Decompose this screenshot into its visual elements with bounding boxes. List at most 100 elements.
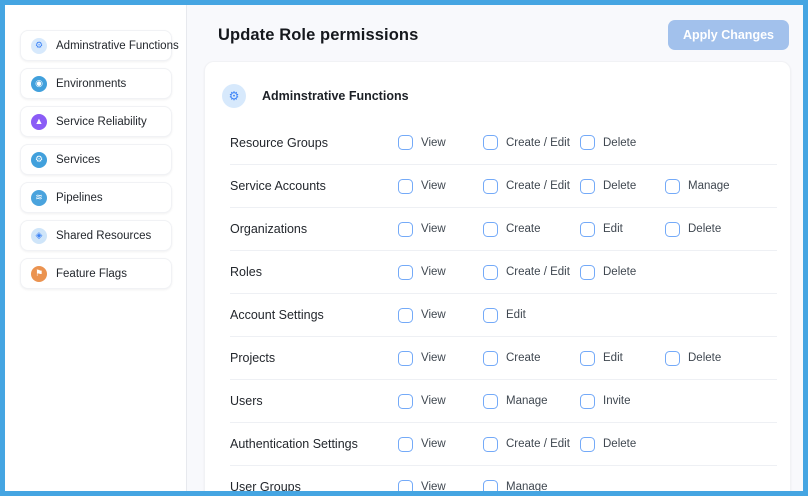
permission-checkbox-label: Create / Edit xyxy=(506,180,570,192)
permission-checkbox-label: Edit xyxy=(603,352,623,364)
permission-checkbox[interactable] xyxy=(483,179,498,194)
permission-cell: View xyxy=(398,351,483,366)
permission-cell: Manage xyxy=(483,480,580,492)
permission-row-label: Roles xyxy=(230,265,398,279)
permission-cell: View xyxy=(398,437,483,452)
permission-cell: Delete xyxy=(580,265,665,280)
permission-row-label: Account Settings xyxy=(230,308,398,322)
permission-checkbox[interactable] xyxy=(398,179,413,194)
permission-row: Authentication Settings View Create / Ed… xyxy=(230,422,777,465)
app-window: ⚙ Adminstrative Functions ◉ Environments… xyxy=(0,0,808,496)
permission-checkbox-label: Create / Edit xyxy=(506,266,570,278)
permission-checkbox-label: Delete xyxy=(603,438,636,450)
permission-checkbox[interactable] xyxy=(483,265,498,280)
permission-checkbox-label: Invite xyxy=(603,395,631,407)
panel-title: Adminstrative Functions xyxy=(262,89,409,103)
main-content: Update Role permissions Apply Changes ⚙ … xyxy=(187,5,803,491)
permission-checkbox[interactable] xyxy=(398,222,413,237)
permission-checkbox-label: Edit xyxy=(603,223,623,235)
sidebar-item[interactable]: ▲ Service Reliability xyxy=(20,106,172,137)
permission-checkbox-label: View xyxy=(421,137,446,149)
sidebar-item[interactable]: ⚑ Feature Flags xyxy=(20,258,172,289)
permission-checkbox-label: Create xyxy=(506,352,541,364)
permission-checkbox[interactable] xyxy=(398,394,413,409)
apply-changes-button[interactable]: Apply Changes xyxy=(668,20,789,50)
permission-row: Service Accounts View Create / Edit Dele… xyxy=(230,164,777,207)
permission-checkbox[interactable] xyxy=(483,222,498,237)
permission-checkbox[interactable] xyxy=(483,308,498,323)
sidebar-item-label: Environments xyxy=(56,78,126,90)
sidebar-list: ⚙ Adminstrative Functions ◉ Environments… xyxy=(20,30,172,289)
permission-checkbox[interactable] xyxy=(483,394,498,409)
permission-cell: Delete xyxy=(580,179,665,194)
permission-checkbox-label: View xyxy=(421,180,446,192)
permission-checkbox-label: View xyxy=(421,438,446,450)
page-title: Update Role permissions xyxy=(218,26,418,45)
permission-checkbox[interactable] xyxy=(398,265,413,280)
permission-checkbox[interactable] xyxy=(665,179,680,194)
sidebar-item-label: Pipelines xyxy=(56,192,103,204)
permission-cell: Create / Edit xyxy=(483,179,580,194)
permission-checkbox[interactable] xyxy=(483,351,498,366)
permission-cell: Edit xyxy=(580,351,665,366)
permission-checkbox[interactable] xyxy=(398,135,413,150)
permission-row: Account Settings View Edit xyxy=(230,293,777,336)
permission-checkbox[interactable] xyxy=(483,135,498,150)
permission-cell: Create / Edit xyxy=(483,437,580,452)
permission-cell: Create xyxy=(483,351,580,366)
permission-checkbox-label: Delete xyxy=(688,223,721,235)
permission-checkbox[interactable] xyxy=(580,394,595,409)
permission-cell: Delete xyxy=(665,351,750,366)
admin-gear-icon: ⚙ xyxy=(31,38,47,54)
permission-row: Users View Manage Invite xyxy=(230,379,777,422)
permission-row: User Groups View Manage xyxy=(230,465,777,491)
permission-cell: Delete xyxy=(580,135,665,150)
permission-checkbox-label: Delete xyxy=(688,352,721,364)
permission-cell: Manage xyxy=(665,179,750,194)
sidebar-item[interactable]: ≋ Pipelines xyxy=(20,182,172,213)
permission-checkbox[interactable] xyxy=(580,265,595,280)
sidebar-item[interactable]: ◉ Environments xyxy=(20,68,172,99)
permission-checkbox-label: Manage xyxy=(688,180,730,192)
permission-checkbox-label: View xyxy=(421,266,446,278)
sidebar-item-label: Service Reliability xyxy=(56,116,147,128)
permission-row-label: User Groups xyxy=(230,480,398,491)
permission-checkbox[interactable] xyxy=(483,437,498,452)
permission-cell: Invite xyxy=(580,394,665,409)
permission-row-label: Users xyxy=(230,394,398,408)
permission-checkbox[interactable] xyxy=(398,308,413,323)
permission-checkbox[interactable] xyxy=(483,480,498,492)
permission-cell: Edit xyxy=(483,308,580,323)
permission-row-label: Authentication Settings xyxy=(230,437,398,451)
permission-row-label: Projects xyxy=(230,351,398,365)
permission-checkbox-label: Create / Edit xyxy=(506,438,570,450)
shared-resources-icon: ◈ xyxy=(31,228,47,244)
sidebar-item[interactable]: ⚙ Adminstrative Functions xyxy=(20,30,172,61)
permission-checkbox-label: Create / Edit xyxy=(506,137,570,149)
permission-checkbox[interactable] xyxy=(580,179,595,194)
permission-checkbox-label: View xyxy=(421,309,446,321)
permission-cell: View xyxy=(398,265,483,280)
permission-checkbox-label: Manage xyxy=(506,481,548,491)
permission-checkbox[interactable] xyxy=(580,135,595,150)
permissions-panel: ⚙ Adminstrative Functions Resource Group… xyxy=(204,61,791,491)
permission-row: Roles View Create / Edit Delete xyxy=(230,250,777,293)
permission-cell: Edit xyxy=(580,222,665,237)
permission-checkbox[interactable] xyxy=(665,351,680,366)
sidebar-item-label: Feature Flags xyxy=(56,268,127,280)
permission-checkbox[interactable] xyxy=(580,437,595,452)
permission-row: Organizations View Create Edit Delete xyxy=(230,207,777,250)
permission-checkbox[interactable] xyxy=(580,222,595,237)
sidebar-item-label: Adminstrative Functions xyxy=(56,40,179,52)
permission-checkbox[interactable] xyxy=(398,437,413,452)
permission-checkbox[interactable] xyxy=(665,222,680,237)
sidebar-item[interactable]: ◈ Shared Resources xyxy=(20,220,172,251)
permission-checkbox[interactable] xyxy=(398,480,413,492)
permission-cell: View xyxy=(398,308,483,323)
permission-checkbox[interactable] xyxy=(398,351,413,366)
permission-checkbox-label: View xyxy=(421,395,446,407)
sidebar-item[interactable]: ⚙ Services xyxy=(20,144,172,175)
panel-header: ⚙ Adminstrative Functions xyxy=(205,62,790,121)
permission-checkbox-label: Delete xyxy=(603,137,636,149)
permission-checkbox[interactable] xyxy=(580,351,595,366)
